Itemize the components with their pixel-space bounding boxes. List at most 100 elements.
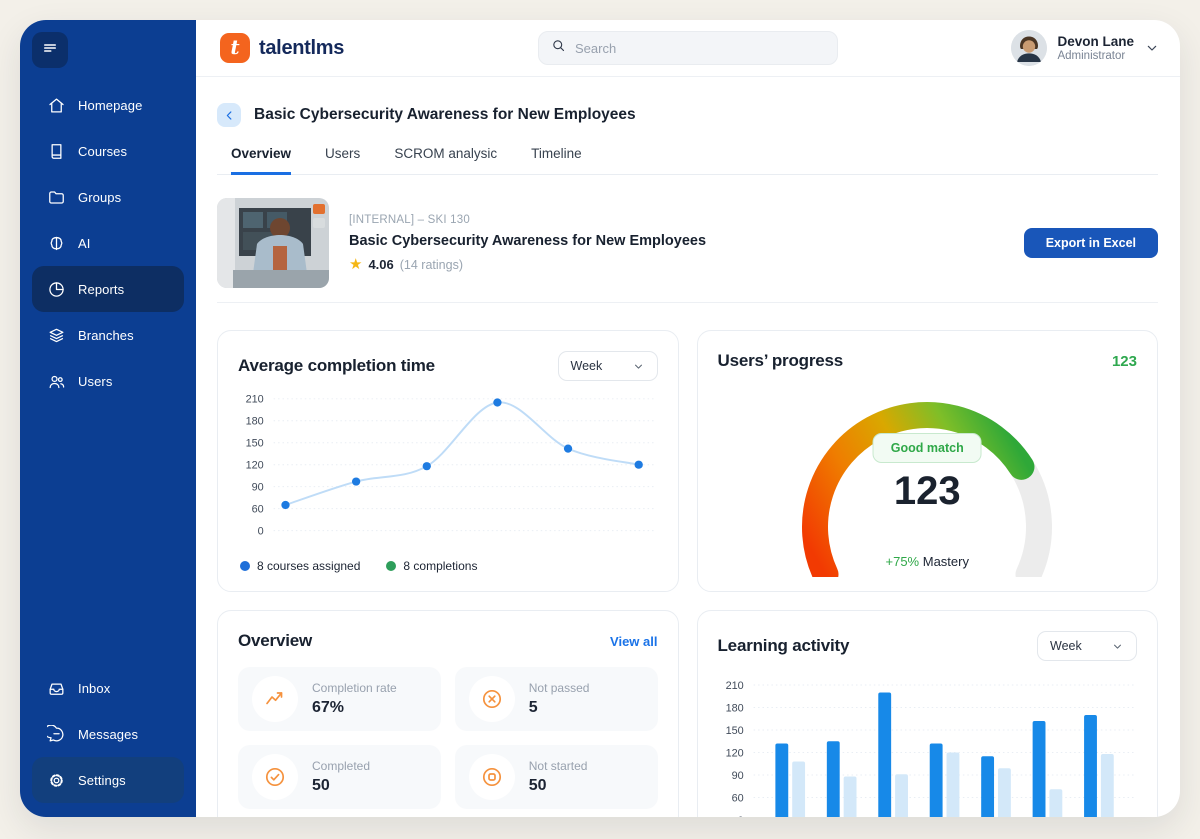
- stat-label: Not started: [529, 759, 588, 773]
- main-area: t talentlms Search Devon Lane Administra…: [196, 20, 1180, 817]
- stat-label: Not passed: [529, 681, 590, 695]
- period-select[interactable]: Week: [558, 351, 658, 381]
- sidebar-nav: Homepage Courses Groups AI Reports Branc…: [20, 82, 196, 404]
- sidebar-item-ai[interactable]: AI: [32, 220, 184, 266]
- sidebar-item-label: Homepage: [78, 98, 142, 113]
- tab-bar: Overview Users SCROM analysic Timeline: [217, 146, 1158, 175]
- back-button[interactable]: [217, 103, 241, 127]
- svg-text:60: 60: [731, 792, 743, 804]
- period-select[interactable]: Week: [1037, 631, 1137, 661]
- sidebar-item-label: AI: [78, 236, 90, 251]
- sidebar-item-courses[interactable]: Courses: [32, 128, 184, 174]
- avatar: [1011, 30, 1047, 66]
- page-title: Basic Cybersecurity Awareness for New Em…: [254, 106, 636, 124]
- sidebar-item-settings[interactable]: Settings: [32, 757, 184, 803]
- svg-text:90: 90: [731, 770, 743, 782]
- menu-toggle-button[interactable]: [32, 32, 68, 68]
- svg-text:120: 120: [246, 460, 264, 472]
- rating-value: 4.06: [368, 257, 393, 272]
- tab-overview[interactable]: Overview: [231, 146, 291, 175]
- legend-item: 8 completions: [386, 559, 477, 573]
- svg-text:180: 180: [725, 702, 743, 714]
- book-icon: [46, 141, 66, 161]
- circle-stop-icon: [469, 754, 515, 800]
- course-code: [INTERNAL] – SKI 130: [349, 214, 1004, 226]
- stat-value: 67%: [312, 699, 397, 717]
- svg-text:210: 210: [246, 394, 264, 406]
- legend-dot-green: [386, 561, 396, 571]
- sidebar-item-reports[interactable]: Reports: [32, 266, 184, 312]
- sidebar-item-label: Reports: [78, 282, 124, 297]
- card-title: Average completion time: [238, 356, 435, 376]
- chat-icon: [46, 724, 66, 744]
- chevron-left-icon: [223, 109, 236, 122]
- stat-not-started: Not started 50: [455, 745, 658, 809]
- svg-text:150: 150: [725, 725, 743, 737]
- sidebar-item-inbox[interactable]: Inbox: [32, 665, 184, 711]
- search-placeholder: Search: [575, 41, 616, 56]
- bar-chart: 210 180 150 120 90 60 0: [718, 677, 1138, 817]
- course-rating: ★ 4.06 (14 ratings): [349, 257, 1004, 272]
- sidebar-item-groups[interactable]: Groups: [32, 174, 184, 220]
- sidebar-item-users[interactable]: Users: [32, 358, 184, 404]
- sidebar-bottom-nav: Inbox Messages Settings: [20, 665, 196, 803]
- user-role: Administrator: [1057, 50, 1134, 62]
- user-menu[interactable]: Devon Lane Administrator: [1011, 30, 1160, 66]
- users-icon: [46, 371, 66, 391]
- circle-x-icon: [469, 676, 515, 722]
- search-icon: [551, 38, 566, 58]
- card-title: Learning activity: [718, 636, 850, 656]
- stat-completion-rate: Completion rate 67%: [238, 667, 441, 731]
- stat-not-passed: Not passed 5: [455, 667, 658, 731]
- card-title: Overview: [238, 631, 312, 651]
- sidebar: Homepage Courses Groups AI Reports Branc…: [20, 20, 196, 817]
- view-all-link[interactable]: View all: [610, 634, 657, 649]
- sidebar-item-label: Groups: [78, 190, 121, 205]
- brand-logo[interactable]: t talentlms: [220, 33, 344, 63]
- inbox-icon: [46, 678, 66, 698]
- period-value: Week: [571, 359, 603, 373]
- overview-stats-card: Overview View all Completion rate 67%: [217, 610, 679, 817]
- pie-chart-icon: [46, 279, 66, 299]
- tab-scrom-analysic[interactable]: SCROM analysic: [394, 146, 497, 175]
- svg-text:90: 90: [252, 482, 264, 494]
- svg-text:0: 0: [258, 526, 264, 538]
- gauge-value: 123: [718, 469, 1138, 514]
- sidebar-item-messages[interactable]: Messages: [32, 711, 184, 757]
- chevron-down-icon: [1144, 40, 1160, 56]
- course-summary: [INTERNAL] – SKI 130 Basic Cybersecurity…: [217, 198, 1158, 288]
- home-icon: [46, 95, 66, 115]
- svg-text:180: 180: [246, 416, 264, 428]
- tab-timeline[interactable]: Timeline: [531, 146, 582, 175]
- search-input[interactable]: Search: [538, 31, 838, 65]
- svg-text:210: 210: [725, 680, 743, 692]
- stat-label: Completed: [312, 759, 370, 773]
- svg-text:150: 150: [246, 438, 264, 450]
- stat-value: 50: [529, 777, 588, 795]
- export-excel-button[interactable]: Export in Excel: [1024, 228, 1158, 258]
- progress-total: 123: [1112, 353, 1137, 370]
- page-content: Basic Cybersecurity Awareness for New Em…: [196, 77, 1180, 817]
- svg-text:60: 60: [252, 504, 264, 516]
- sidebar-item-homepage[interactable]: Homepage: [32, 82, 184, 128]
- tab-users[interactable]: Users: [325, 146, 360, 175]
- sidebar-item-branches[interactable]: Branches: [32, 312, 184, 358]
- status-badge: Good match: [873, 433, 982, 463]
- top-header: t talentlms Search Devon Lane Administra…: [196, 20, 1180, 77]
- svg-text:120: 120: [725, 747, 743, 759]
- mastery-percent: +75%: [886, 554, 920, 569]
- sidebar-item-label: Messages: [78, 727, 138, 742]
- gauge: Good match 123 +75% Mastery: [718, 373, 1138, 569]
- star-icon: ★: [349, 257, 362, 272]
- users-progress-card: Users’ progress 123 Good match 123 +75% …: [697, 330, 1159, 592]
- circle-check-icon: [252, 754, 298, 800]
- sidebar-item-label: Users: [78, 374, 112, 389]
- course-title: Basic Cybersecurity Awareness for New Em…: [349, 233, 1004, 249]
- app-window: Homepage Courses Groups AI Reports Branc…: [20, 20, 1180, 817]
- sidebar-spacer: [20, 404, 196, 665]
- dashboard-grid: Average completion time Week 210 180 150 12…: [217, 330, 1158, 817]
- breadcrumb: Basic Cybersecurity Awareness for New Em…: [217, 103, 1158, 127]
- svg-text:0: 0: [737, 815, 743, 817]
- user-name: Devon Lane: [1057, 34, 1134, 51]
- stats-grid: Completion rate 67% Not passed 5: [238, 667, 658, 817]
